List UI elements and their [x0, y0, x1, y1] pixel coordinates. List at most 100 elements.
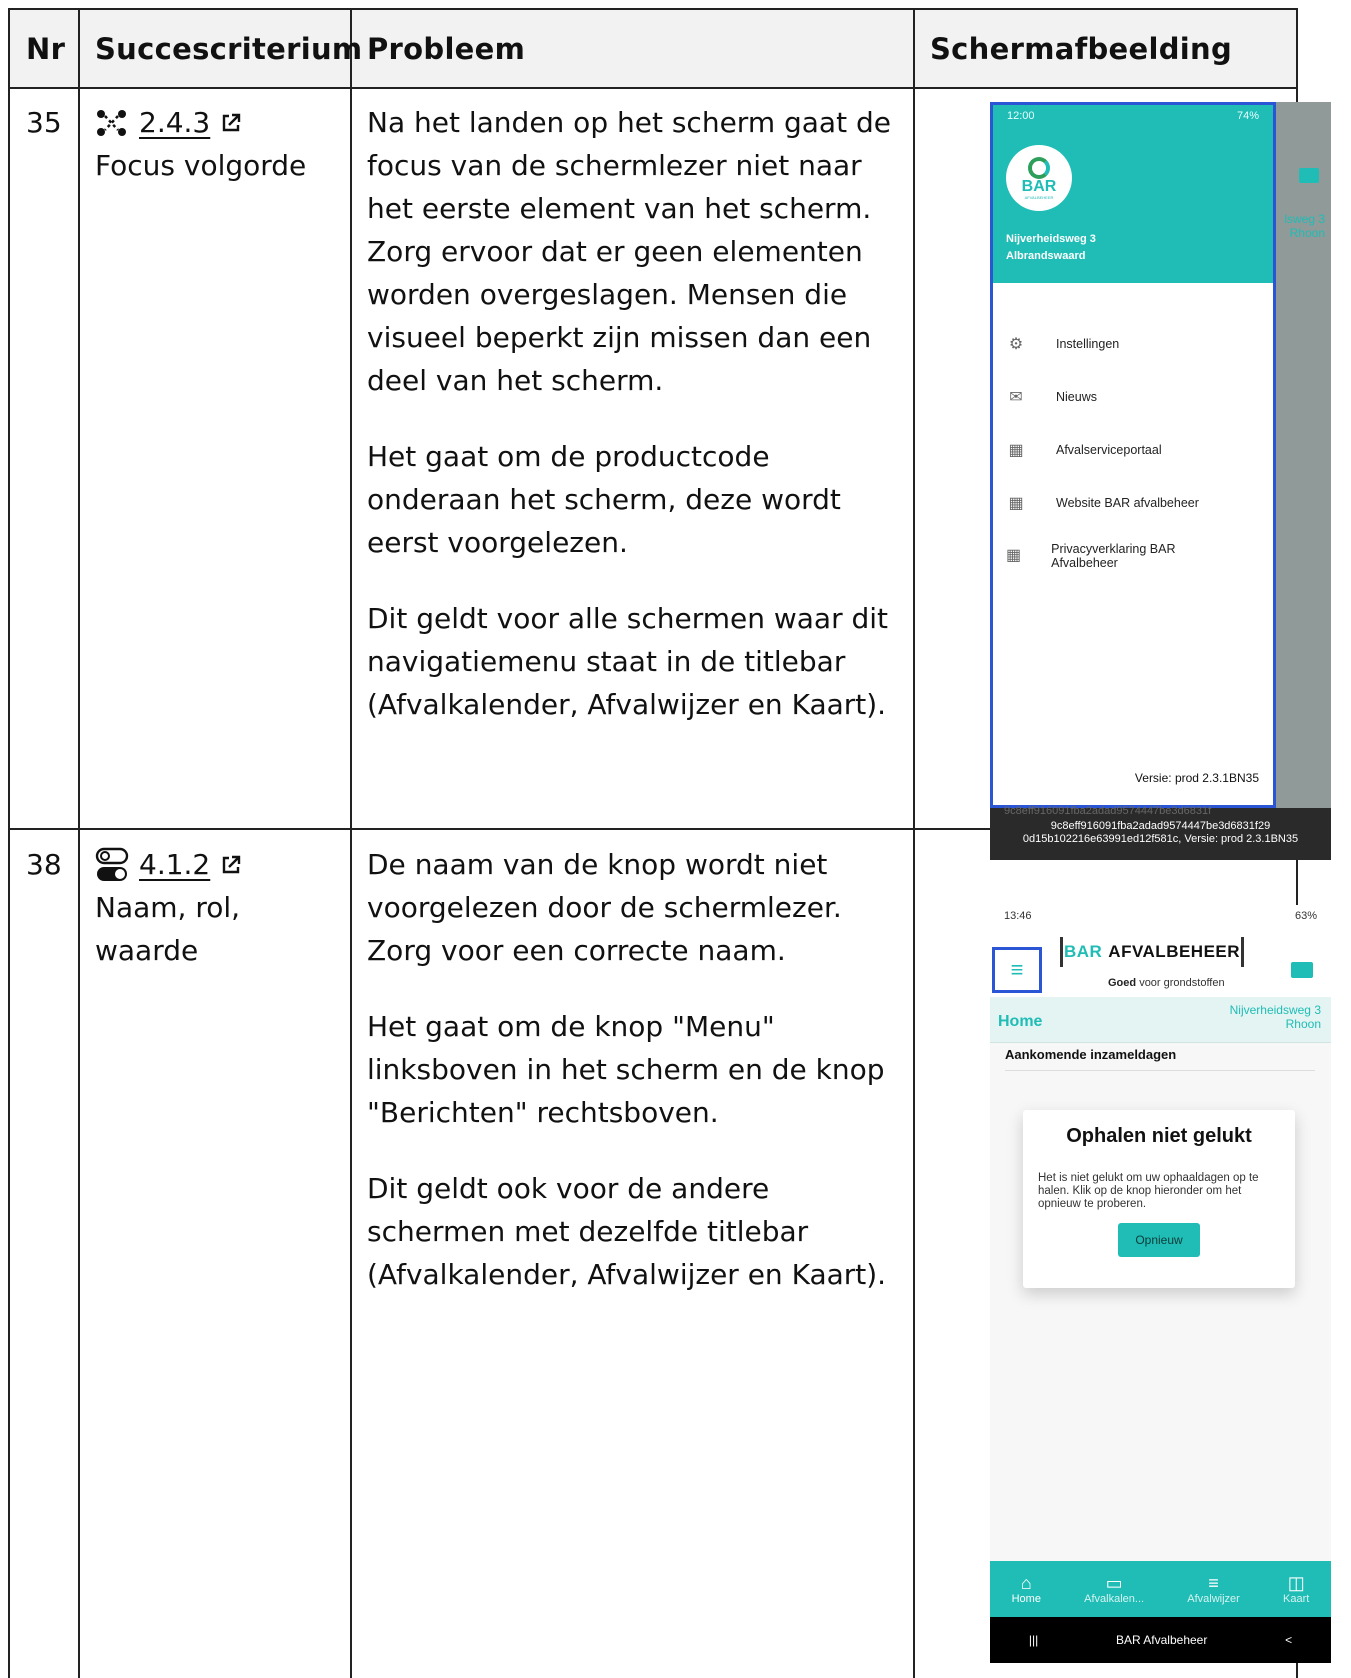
nav-afvalwijzer[interactable]: ≡ Afvalwijzer [1187, 1573, 1240, 1605]
recent-apps-icon[interactable]: ||| [1029, 1633, 1038, 1647]
nav-afvalkalender[interactable]: ▭ Afvalkalen... [1084, 1573, 1144, 1605]
row-nr: 38 [26, 848, 62, 881]
header-schermafbeelding: Schermafbeelding [930, 32, 1233, 66]
criterion-number: 4.1.2 [139, 848, 211, 881]
menu-item-afvalserviceportaal[interactable]: ▦ Afvalserviceportaal [993, 423, 1273, 476]
column-divider [913, 10, 915, 1678]
nav-home[interactable]: ⌂ Home [1012, 1573, 1041, 1605]
nav-label: Kaart [1283, 1593, 1310, 1605]
problem-paragraph: Dit geldt voor alle schermen waar dit na… [367, 602, 889, 721]
toggle-icon [95, 847, 129, 881]
version-tooltip: 9c8eff916091fba2adad9574447be3d6831f 9c8… [990, 805, 1331, 860]
criterion-cell: 2.4.3 Focus volgorde [95, 101, 345, 187]
system-bar-label: BAR Afvalbeheer [1115, 1633, 1208, 1647]
recycle-icon [1028, 156, 1050, 179]
menu-item-website[interactable]: ▦ Website BAR afvalbeheer [993, 476, 1273, 529]
screenshot-home: 13:46 63% ≡ BAR AFVALBEHEER Goed voor gr… [990, 905, 1331, 1663]
external-link-icon [223, 855, 241, 873]
problem-paragraph: Dit geldt ook voor de andere schermen me… [367, 1172, 887, 1291]
system-navigation-bar: ||| BAR Afvalbeheer < [990, 1617, 1331, 1663]
status-bar: 13:46 63% [990, 905, 1331, 927]
menu-button[interactable]: ≡ [992, 947, 1042, 993]
address-line: Albrandswaard [1006, 250, 1086, 262]
navigation-drawer: 12:00 74% BAR AFVALBEHEER Nijverheidsweg… [990, 102, 1276, 808]
address: Nijverheidsweg 3 Rhoon [1230, 1003, 1321, 1031]
header-nr: Nr [26, 32, 66, 66]
logo-text: BAR [1021, 177, 1057, 195]
status-battery: 63% [1294, 910, 1317, 922]
logo-subtext: AFVALBEHEER [1024, 194, 1054, 200]
problem-paragraph: De naam van de knop wordt niet voorgelez… [367, 848, 842, 967]
row-divider [10, 87, 1296, 89]
status-time: 12:00 [1007, 110, 1035, 122]
problem-cell: De naam van de knop wordt niet voorgelez… [367, 843, 902, 1329]
brand-part: BAR [1063, 942, 1103, 961]
nav-label: Afvalkalen... [1084, 1593, 1145, 1605]
status-bar: 12:00 74% [993, 105, 1273, 127]
menu-item-label: Instellingen [1056, 336, 1120, 351]
drawer-header: 12:00 74% BAR AFVALBEHEER Nijverheidsweg… [993, 105, 1273, 283]
map-icon: ◫ [1287, 1573, 1305, 1593]
ghost-address: lsweg 3 Rhoon [1284, 212, 1325, 240]
screenshot-drawer: lsweg 3 Rhoon 12:00 74% BAR AFVALBEHEER … [990, 102, 1331, 860]
tagline-bold: Goed [1108, 977, 1137, 989]
error-title: Ophalen niet gelukt [1066, 1125, 1252, 1147]
brand-logo: BAR AFVALBEHEER [1060, 937, 1244, 967]
address-line: Nijverheidsweg 3 [1229, 1003, 1321, 1017]
criterion-link[interactable]: 4.1.2 [95, 843, 315, 886]
back-icon[interactable]: < [1285, 1633, 1292, 1647]
menu-item-privacy[interactable]: ▦ Privacyverklaring BAR Afvalbeheer [993, 529, 1193, 582]
address-line: Nijverheidsweg 3 [1006, 233, 1096, 245]
focus-order-icon [97, 109, 126, 136]
menu-item-label: Afvalserviceportaal [1056, 442, 1162, 457]
ghost-address-line: Rhoon [1289, 226, 1325, 240]
problem-paragraph: Het gaat om de knop "Menu" linksboven in… [367, 1010, 885, 1129]
problem-paragraph: Het gaat om de productcode onderaan het … [367, 440, 841, 559]
error-text: Het is niet gelukt om uw ophaaldagen op … [1038, 1172, 1259, 1210]
titlebar: ≡ BAR AFVALBEHEER Goed voor grondstoffen [990, 927, 1331, 997]
header-probleem: Probleem [367, 32, 526, 66]
messages-button[interactable] [1291, 962, 1313, 978]
grid-icon: ▦ [1006, 546, 1022, 564]
tagline: Goed voor grondstoffen [1108, 977, 1225, 989]
header-succescriterium: Succescriterium [95, 32, 363, 66]
page-title: Home [998, 1013, 1043, 1030]
criterion-name: Focus volgorde [95, 149, 307, 182]
retry-button[interactable]: Opnieuw [1118, 1223, 1200, 1257]
brand-part: AFVALBEHEER [1108, 942, 1241, 961]
ghost-address-line: lsweg 3 [1284, 212, 1325, 226]
error-card: Ophalen niet gelukt Het is niet gelukt o… [1023, 1110, 1295, 1288]
column-divider [78, 10, 80, 1678]
menu-item-nieuws[interactable]: ✉ Nieuws [993, 370, 1273, 423]
bottom-navigation: ⌂ Home ▭ Afvalkalen... ≡ Afvalwijzer ◫ K… [990, 1561, 1331, 1617]
gear-icon: ⚙ [1008, 335, 1024, 353]
nav-label: Afvalwijzer [1187, 1593, 1240, 1605]
section-title: Aankomende inzameldagen [1005, 1047, 1315, 1071]
nav-label: Home [1011, 1593, 1041, 1605]
calendar-icon: ▭ [1105, 1573, 1123, 1593]
menu-item-instellingen[interactable]: ⚙ Instellingen [993, 317, 1273, 370]
home-icon: ⌂ [1020, 1573, 1032, 1593]
status-time: 13:46 [1004, 910, 1032, 922]
menu-item-label: Website BAR afvalbeheer [1056, 495, 1199, 510]
criterion-cell: 4.1.2 Naam, rol, waarde [95, 843, 315, 972]
problem-paragraph: Na het landen op het scherm gaat de focu… [367, 106, 891, 397]
drawer-address: Nijverheidsweg 3 Albrandswaard [1006, 231, 1096, 265]
hamburger-icon: ≡ [1010, 957, 1024, 982]
version-text: Versie: prod 2.3.1BN35 [1134, 771, 1259, 785]
column-divider [350, 10, 352, 1678]
criterion-name: Naam, rol, waarde [95, 891, 241, 967]
address-line: Rhoon [1285, 1017, 1321, 1031]
problem-cell: Na het landen op het scherm gaat de focu… [367, 101, 902, 759]
bar-logo: BAR AFVALBEHEER [1006, 145, 1072, 211]
criterion-number: 2.4.3 [139, 106, 211, 139]
grid-icon: ▦ [1008, 494, 1024, 512]
menu-item-label: Nieuws [1056, 389, 1097, 404]
criterion-link[interactable]: 2.4.3 [95, 101, 345, 144]
tagline-rest: voor grondstoffen [1139, 977, 1225, 989]
mail-icon: ✉ [1009, 388, 1023, 406]
external-link-icon [223, 113, 241, 131]
menu-item-label: Privacyverklaring BAR Afvalbeheer [1051, 541, 1176, 570]
nav-kaart[interactable]: ◫ Kaart [1283, 1573, 1309, 1605]
background-screen: lsweg 3 Rhoon [1276, 124, 1331, 814]
